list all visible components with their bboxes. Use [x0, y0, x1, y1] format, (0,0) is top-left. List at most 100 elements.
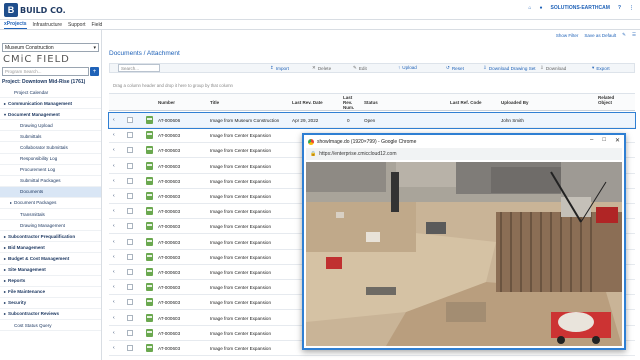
row-expand-icon[interactable]: ‹ — [113, 117, 115, 123]
row-expand-icon[interactable]: ‹ — [113, 223, 115, 229]
close-icon[interactable]: ✕ — [615, 137, 620, 144]
row-checkbox[interactable] — [127, 238, 133, 245]
sidebar-item-collaborator-submittals[interactable]: Collaborator Submittals — [0, 142, 101, 154]
sidebar-item-procurement-log[interactable]: Procurement Log — [0, 165, 101, 176]
row-checkbox[interactable] — [127, 329, 133, 336]
company-logo[interactable]: B BUILD CO. — [4, 3, 66, 17]
sidebar-item-subcontractor-prequalification[interactable]: ▸ Subcontractor Prequalification — [0, 231, 101, 243]
import-button[interactable]: ↥ Import — [270, 65, 289, 71]
column-header-last-rev-date[interactable]: Last Rev. Date — [292, 100, 323, 105]
row-checkbox[interactable] — [127, 132, 133, 139]
image-file-icon[interactable] — [146, 131, 153, 140]
sidebar-item-site-management[interactable]: ▸ Site Management — [0, 265, 101, 276]
column-header-uploaded-by[interactable]: Uploaded By — [501, 100, 529, 105]
nav-item-field[interactable]: Field — [92, 22, 103, 28]
row-expand-icon[interactable]: ‹ — [113, 132, 115, 138]
sidebar-item-submittals[interactable]: Submittals — [0, 131, 101, 143]
row-checkbox[interactable] — [127, 147, 133, 154]
image-file-icon[interactable] — [146, 161, 153, 170]
sidebar-item-cost-status-query[interactable]: Cost Status Query — [0, 320, 101, 332]
column-header-title[interactable]: Title — [210, 100, 219, 105]
row-expand-icon[interactable]: ‹ — [113, 284, 115, 290]
program-search-input[interactable]: Program Search... — [2, 67, 89, 76]
sidebar-item-document-management[interactable]: ▾ Document Management — [0, 109, 101, 121]
sidebar-item-bid-management[interactable]: ▸ Bid Management — [0, 242, 101, 254]
popup-titlebar[interactable]: showImage.do (1920×799) - Google Chrome … — [304, 135, 624, 148]
image-file-icon[interactable] — [146, 146, 153, 155]
nav-item-infrastructure[interactable]: Infrastructure — [33, 22, 62, 28]
menu-icon[interactable]: ☰ — [632, 32, 636, 38]
apps-icon[interactable]: ⋮ — [629, 5, 634, 11]
download-drawing-set-button[interactable]: ⇩ Download Drawing Set — [483, 65, 536, 71]
sidebar-item-subcontractor-reviews[interactable]: ▸ Subcontractor Reviews — [0, 309, 101, 320]
column-header-related-object[interactable]: Related Object — [598, 95, 626, 105]
row-expand-icon[interactable]: ‹ — [113, 178, 115, 184]
column-header-status[interactable]: Status — [364, 100, 378, 105]
row-expand-icon[interactable]: ‹ — [113, 208, 115, 214]
row-expand-icon[interactable]: ‹ — [113, 163, 115, 169]
row-expand-icon[interactable]: ‹ — [113, 239, 115, 245]
edit-button[interactable]: ✎ Edit — [353, 65, 367, 71]
row-checkbox[interactable] — [127, 284, 133, 291]
sidebar-item-transmittals[interactable]: Transmittals — [0, 209, 101, 221]
sidebar-item-security[interactable]: ▸ Security — [0, 298, 101, 309]
row-expand-icon[interactable]: ‹ — [113, 315, 115, 321]
row-expand-icon[interactable]: ‹ — [113, 299, 115, 305]
breadcrumb[interactable]: Documents / Attachment — [109, 50, 180, 57]
sidebar-item-drawing-upload[interactable]: Drawing Upload — [0, 120, 101, 132]
image-file-icon[interactable] — [146, 268, 153, 276]
row-checkbox[interactable] — [127, 314, 133, 321]
row-checkbox[interactable] — [127, 345, 133, 351]
row-checkbox[interactable] — [127, 269, 133, 275]
nav-item-support[interactable]: Support — [68, 22, 86, 28]
image-file-icon[interactable] — [146, 283, 153, 292]
sidebar-item-project-calendar[interactable]: Project Calendar — [0, 87, 101, 99]
sidebar-item-documents[interactable]: Documents — [0, 186, 101, 198]
delete-button[interactable]: ✕ Delete — [312, 65, 331, 71]
sidebar-item-submittal-packages[interactable]: Submittal Packages — [0, 176, 101, 187]
user-name[interactable]: SOLUTIONS-EARTHCAM — [550, 5, 609, 11]
row-checkbox[interactable] — [127, 208, 133, 215]
image-file-icon[interactable] — [146, 192, 153, 200]
image-file-icon[interactable] — [146, 207, 153, 216]
sidebar-item-budget-cost-management[interactable]: ▸ Budget & Cost Management — [0, 253, 101, 265]
row-checkbox[interactable] — [127, 193, 133, 199]
row-checkbox[interactable] — [127, 117, 133, 123]
add-icon[interactable]: + — [90, 67, 99, 76]
column-header-last-ref-code[interactable]: Last Ref. Code — [450, 100, 482, 105]
row-expand-icon[interactable]: ‹ — [113, 345, 115, 351]
url-bar[interactable]: 🔒 https://enterprise.cmiccloud12.com — [306, 148, 622, 160]
row-expand-icon[interactable]: ‹ — [113, 147, 115, 153]
row-checkbox[interactable] — [127, 253, 133, 260]
edit-icon[interactable]: ✎ — [622, 32, 626, 38]
row-expand-icon[interactable]: ‹ — [113, 254, 115, 260]
column-header-last-rev-num-[interactable]: Last Rev. Num. — [343, 95, 357, 110]
row-expand-icon[interactable]: ‹ — [113, 330, 115, 336]
sidebar-item-communication-management[interactable]: ▸ Communication Management — [0, 98, 101, 110]
column-header-number[interactable]: Number — [158, 100, 175, 105]
sidebar-item-reports[interactable]: ▸ Reports — [0, 276, 101, 287]
minimize-icon[interactable]: – — [590, 137, 593, 144]
image-file-icon[interactable] — [146, 252, 153, 261]
show-filter-button[interactable]: Show Filter — [556, 33, 579, 38]
download-button[interactable]: ⇩ Download — [540, 65, 566, 71]
table-row[interactable]: ‹ AT-000606 Image from Museum Construction… — [108, 112, 636, 129]
save-default-button[interactable]: Save as Default — [584, 33, 616, 38]
row-expand-icon[interactable]: ‹ — [113, 269, 115, 275]
row-checkbox[interactable] — [127, 299, 133, 306]
sidebar-item-document-packages[interactable]: ▸ Document Packages — [0, 198, 101, 210]
project-select[interactable]: Museum Construction ▾ — [2, 43, 99, 52]
row-checkbox[interactable] — [127, 162, 133, 169]
sidebar-item-drawing-management[interactable]: Drawing Management — [0, 220, 101, 232]
image-file-icon[interactable] — [146, 116, 153, 124]
export-button[interactable]: ▾ Export — [592, 65, 610, 71]
image-file-icon[interactable] — [146, 298, 153, 307]
nav-item-xprojects[interactable]: xProjects — [4, 21, 27, 29]
image-file-icon[interactable] — [146, 313, 153, 322]
image-file-icon[interactable] — [146, 237, 153, 246]
grid-search-input[interactable]: Search... — [118, 64, 160, 72]
image-file-icon[interactable] — [146, 222, 153, 231]
row-checkbox[interactable] — [127, 177, 133, 184]
sidebar-item-file-maintenance[interactable]: ▸ File Maintenance — [0, 287, 101, 298]
maximize-icon[interactable]: □ — [602, 137, 606, 144]
